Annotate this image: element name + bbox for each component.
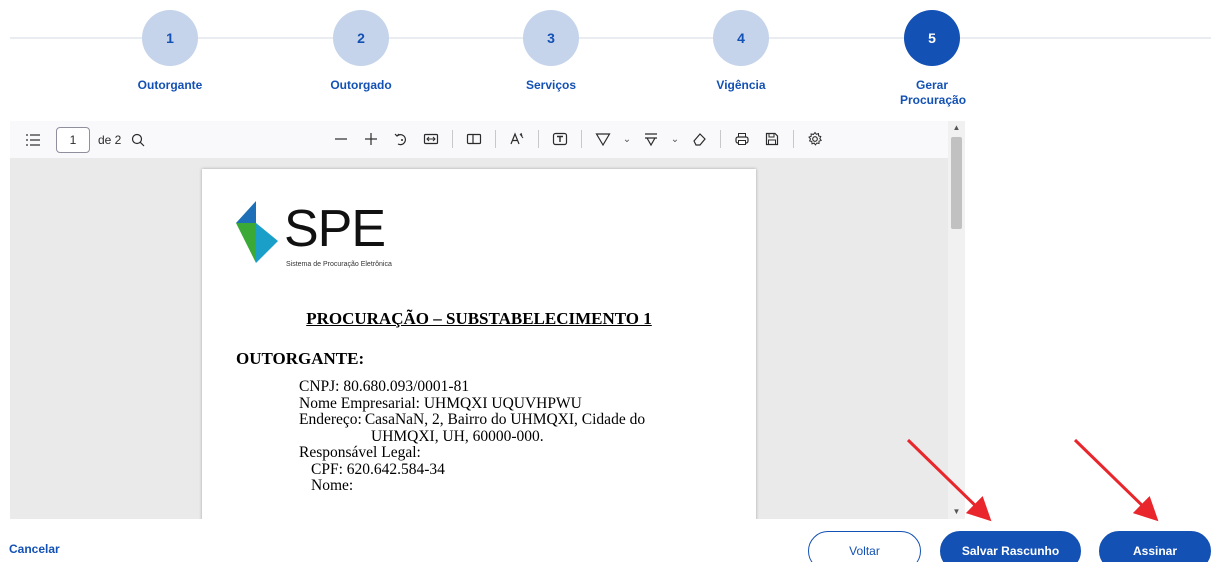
cpf-line: CPF: 620.642.584-34 [311, 460, 445, 478]
logo-mark-icon [236, 201, 278, 263]
endereco-line: Endereço: CasaNaN, 2, Bairro do UHMQXI, … [299, 411, 727, 429]
search-icon[interactable] [125, 127, 151, 153]
rotate-icon[interactable] [388, 126, 414, 152]
step-servicos[interactable]: 3 Serviços [491, 10, 611, 93]
pdf-scrollbar[interactable]: ▲ ▼ [948, 121, 965, 519]
page-number-input[interactable]: 1 [56, 126, 90, 153]
step-label: Outorgante [137, 78, 203, 92]
endereco-label: Endereço: [299, 411, 362, 428]
spe-logo: SPE Sistema de Procuração Eletrônica [234, 199, 434, 274]
scroll-down-arrow-icon[interactable]: ▼ [948, 505, 965, 519]
step-number: 5 [904, 10, 960, 66]
document-title: PROCURAÇÃO – SUBSTABELECIMENTO 1 [306, 309, 652, 328]
endereco-continuation: UHMQXI, UH, 60000-000. [371, 427, 544, 445]
save-draft-button[interactable]: Salvar Rascunho [940, 531, 1081, 562]
step-label: Serviços [525, 78, 577, 92]
cancel-link[interactable]: Cancelar [9, 542, 60, 556]
red-arrow-icon [1073, 438, 1159, 522]
zoom-out-icon[interactable] [328, 126, 354, 152]
endereco-value: CasaNaN, 2, Bairro do UHMQXI, Cidade do [364, 411, 646, 428]
pdf-toolbar: 1 de 2 ⌄ ⌄ [10, 121, 948, 158]
document-body: CNPJ: 80.680.093/0001-81 Nome Empresaria… [299, 378, 727, 495]
toolbar-divider [538, 130, 539, 148]
sign-button[interactable]: Assinar [1099, 531, 1211, 562]
back-button[interactable]: Voltar [808, 531, 921, 562]
logo-text: SPE [284, 200, 386, 258]
zoom-in-icon[interactable] [358, 126, 384, 152]
eraser-icon[interactable] [686, 126, 712, 152]
scroll-thumb[interactable] [951, 137, 962, 229]
nome-empresarial-line: Nome Empresarial: UHMQXI UQUVHPWU [299, 394, 582, 412]
step-outorgado[interactable]: 2 Outorgado [301, 10, 421, 93]
logo-subtitle: Sistema de Procuração Eletrônica [286, 261, 392, 268]
toolbar-divider [793, 130, 794, 148]
text-icon[interactable] [504, 126, 530, 152]
text-box-icon[interactable] [547, 126, 573, 152]
procuracao-wizard: 1 Outorgante 2 Outorgado 3 Serviços 4 Vi… [0, 0, 1211, 562]
step-number: 2 [333, 10, 389, 66]
spread-icon[interactable] [461, 126, 487, 152]
draw-icon[interactable] [638, 126, 664, 152]
save-icon[interactable] [759, 126, 785, 152]
toolbar-divider [720, 130, 721, 148]
step-outorgante[interactable]: 1 Outorgante [110, 10, 230, 93]
step-label: Vigência [716, 78, 766, 92]
cnpj-line: CNPJ: 80.680.093/0001-81 [299, 378, 470, 395]
toolbar-tools: ⌄ ⌄ [328, 126, 828, 152]
scroll-up-arrow-icon[interactable]: ▲ [948, 121, 965, 135]
section-heading: OUTORGANTE: [236, 349, 365, 368]
responsavel-line: Responsável Legal: [299, 444, 421, 461]
nome-line: Nome: [311, 477, 354, 494]
sidebar-toggle-icon[interactable] [20, 127, 46, 153]
pdf-page: SPE Sistema de Procuração Eletrônica PRO… [202, 169, 756, 519]
toolbar-divider [452, 130, 453, 148]
step-gerar-procuracao[interactable]: 5 Gerar Procuração [872, 10, 992, 108]
toolbar-divider [581, 130, 582, 148]
step-number: 1 [142, 10, 198, 66]
step-number: 4 [713, 10, 769, 66]
settings-icon[interactable] [802, 126, 828, 152]
print-icon[interactable] [729, 126, 755, 152]
step-label: Outorgado [330, 78, 392, 92]
step-label: Gerar Procuração [900, 78, 967, 107]
pdf-viewer[interactable]: 1 de 2 ⌄ ⌄ SPE Sistema de Procuração Ele… [10, 121, 965, 519]
page-count: de 2 [98, 132, 122, 147]
chevron-down-icon[interactable]: ⌄ [620, 134, 634, 145]
toolbar-divider [495, 130, 496, 148]
step-number: 3 [523, 10, 579, 66]
chevron-down-icon[interactable]: ⌄ [668, 134, 682, 145]
fit-width-icon[interactable] [418, 126, 444, 152]
highlight-icon[interactable] [590, 126, 616, 152]
step-vigencia[interactable]: 4 Vigência [681, 10, 801, 93]
